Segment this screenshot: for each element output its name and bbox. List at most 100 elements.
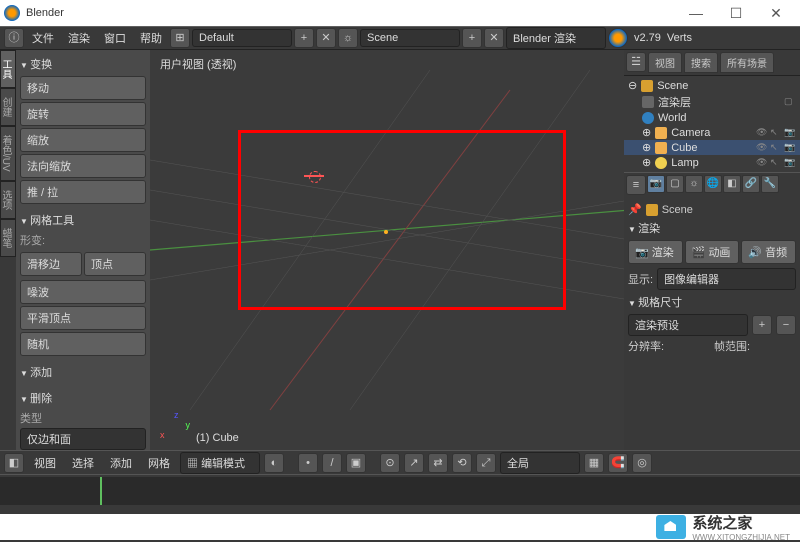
expand-icon[interactable]: ⊕ — [642, 141, 651, 154]
manipulator-icon[interactable]: ↗ — [404, 453, 424, 473]
outliner-scene-row[interactable]: ⊖ Scene — [624, 78, 800, 93]
prop-tab-scene[interactable]: ☼ — [685, 175, 703, 193]
preset-remove-button[interactable]: − — [776, 315, 796, 335]
tab-shading-uv[interactable]: 着色/UV — [0, 126, 16, 181]
outliner-lamp-row[interactable]: ⊕ Lamp 👁 ↖ 📷 — [624, 155, 800, 170]
prop-tab-renderlayers[interactable]: ▢ — [666, 175, 684, 193]
audio-button[interactable]: 🔊 音频 — [741, 240, 796, 264]
visibility-icon[interactable]: 👁 — [756, 157, 768, 169]
layout-remove-button[interactable]: ✕ — [316, 28, 336, 48]
orientation-select[interactable]: 全局 — [500, 452, 580, 474]
menu-file[interactable]: 文件 — [26, 28, 60, 48]
layout-selector[interactable]: Default — [192, 29, 292, 47]
properties-editor-icon[interactable]: ≡ — [626, 175, 646, 195]
scene-add-button[interactable]: + — [462, 28, 482, 48]
pin-icon[interactable]: 📌 — [628, 203, 642, 216]
expand-icon[interactable]: ⊖ — [628, 79, 637, 92]
editor-type-icon[interactable]: ◧ — [4, 453, 24, 473]
renderable-icon[interactable]: 📷 — [784, 127, 796, 139]
layout-add-button[interactable]: + — [294, 28, 314, 48]
vp-menu-view[interactable]: 视图 — [28, 453, 62, 473]
timeline-editor[interactable] — [0, 474, 800, 514]
prop-tab-object[interactable]: ◧ — [723, 175, 741, 193]
timeline-cursor[interactable] — [100, 477, 102, 505]
pivot-icon[interactable]: ⊙ — [380, 453, 400, 473]
selectable-icon[interactable]: ↖ — [770, 127, 782, 139]
prop-tab-constraints[interactable]: 🔗 — [742, 175, 760, 193]
snap-icon[interactable]: 🧲 — [608, 453, 628, 473]
vp-menu-add[interactable]: 添加 — [104, 453, 138, 473]
preset-add-button[interactable]: + — [752, 315, 772, 335]
menu-render[interactable]: 渲染 — [62, 28, 96, 48]
push-pull-button[interactable]: 推 / 拉 — [20, 180, 146, 204]
render-engine-selector[interactable]: Blender 渲染 — [506, 27, 606, 49]
add-header[interactable]: 添加 — [20, 362, 146, 382]
vp-menu-select[interactable]: 选择 — [66, 453, 100, 473]
visibility-icon[interactable]: 👁 — [756, 127, 768, 139]
outliner-cube-row[interactable]: ⊕ Cube 👁 ↖ 📷 — [624, 140, 800, 155]
layers-icon[interactable]: ▦ — [584, 453, 604, 473]
layout-browse-icon[interactable]: ⊞ — [170, 28, 190, 48]
scale-button[interactable]: 缩放 — [20, 128, 146, 152]
display-select[interactable]: 图像编辑器 — [657, 268, 796, 290]
prop-tab-world[interactable]: 🌐 — [704, 175, 722, 193]
move-button[interactable]: 移动 — [20, 76, 146, 100]
timeline-track[interactable] — [0, 477, 800, 505]
scene-remove-button[interactable]: ✕ — [484, 28, 504, 48]
expand-icon[interactable]: ⊕ — [642, 156, 651, 169]
smooth-vertex-button[interactable]: 平滑顶点 — [20, 306, 146, 330]
scene-browse-icon[interactable]: ☼ — [338, 28, 358, 48]
maximize-button[interactable]: ☐ — [716, 5, 756, 22]
vp-menu-mesh[interactable]: 网格 — [142, 453, 176, 473]
outliner-tab-allscenes[interactable]: 所有场景 — [720, 52, 774, 73]
info-editor-icon[interactable]: ⓘ — [4, 28, 24, 48]
renderable-icon[interactable]: 📷 — [784, 142, 796, 154]
tab-grease-pencil[interactable]: 蜡笔 — [0, 219, 16, 257]
manipulator-scale-icon[interactable]: ⤢ — [476, 453, 496, 473]
renderable-icon[interactable]: 📷 — [784, 157, 796, 169]
randomize-button[interactable]: 随机 — [20, 332, 146, 356]
render-section-header[interactable]: 渲染 — [628, 218, 796, 238]
selectable-icon[interactable]: ↖ — [770, 142, 782, 154]
rotate-button[interactable]: 旋转 — [20, 102, 146, 126]
3d-viewport[interactable]: 用户视图 (透视) z y x (1) Cube — [150, 50, 624, 450]
prop-tab-render[interactable]: 📷 — [647, 175, 665, 193]
normal-scale-button[interactable]: 法向缩放 — [20, 154, 146, 178]
renderlayers-restrict-icon[interactable]: ▢ — [784, 96, 796, 108]
scene-selector[interactable]: Scene — [360, 29, 460, 47]
outliner-editor-icon[interactable]: ☱ — [626, 52, 646, 72]
face-select-icon[interactable]: ▣ — [346, 453, 366, 473]
outliner-tab-search[interactable]: 搜索 — [684, 52, 718, 73]
mode-selector[interactable]: ▦ 编辑模式 — [180, 452, 260, 474]
slide-edge-button[interactable]: 滑移边 — [20, 252, 82, 276]
tab-tools[interactable]: 工具 — [0, 50, 16, 88]
delete-header[interactable]: 删除 — [20, 388, 146, 408]
prop-tab-modifiers[interactable]: 🔧 — [761, 175, 779, 193]
transform-header[interactable]: 变换 — [20, 54, 146, 74]
outliner-tab-view[interactable]: 视图 — [648, 52, 682, 73]
manipulator-move-icon[interactable]: ⇄ — [428, 453, 448, 473]
delete-type-select[interactable]: 仅边和面 — [20, 428, 146, 450]
vertex-select-icon[interactable]: • — [298, 453, 318, 473]
outliner-tree[interactable]: ⊖ Scene 渲染层 ▢ World ⊕ Camera 👁 ↖ � — [624, 76, 800, 172]
minimize-button[interactable]: — — [676, 5, 716, 21]
visibility-icon[interactable]: 👁 — [756, 142, 768, 154]
manipulator-rotate-icon[interactable]: ⟲ — [452, 453, 472, 473]
shading-icon[interactable]: ◐ — [264, 453, 284, 473]
dimensions-header[interactable]: 规格尺寸 — [628, 292, 796, 312]
proportional-edit-icon[interactable]: ◎ — [632, 453, 652, 473]
edge-select-icon[interactable]: / — [322, 453, 342, 473]
expand-icon[interactable]: ⊕ — [642, 126, 651, 139]
menu-help[interactable]: 帮助 — [134, 28, 168, 48]
outliner-renderlayers-row[interactable]: 渲染层 ▢ — [624, 93, 800, 111]
render-preset-select[interactable]: 渲染预设 — [628, 314, 748, 336]
close-button[interactable]: ✕ — [756, 5, 796, 22]
render-button[interactable]: 📷 渲染 — [628, 240, 683, 264]
noise-button[interactable]: 噪波 — [20, 280, 146, 304]
animation-button[interactable]: 🎬 动画 — [685, 240, 740, 264]
vertex-button[interactable]: 顶点 — [84, 252, 146, 276]
menu-window[interactable]: 窗口 — [98, 28, 132, 48]
scene-breadcrumb[interactable]: Scene — [662, 204, 693, 216]
selectable-icon[interactable]: ↖ — [770, 157, 782, 169]
tab-create[interactable]: 创建 — [0, 88, 16, 126]
